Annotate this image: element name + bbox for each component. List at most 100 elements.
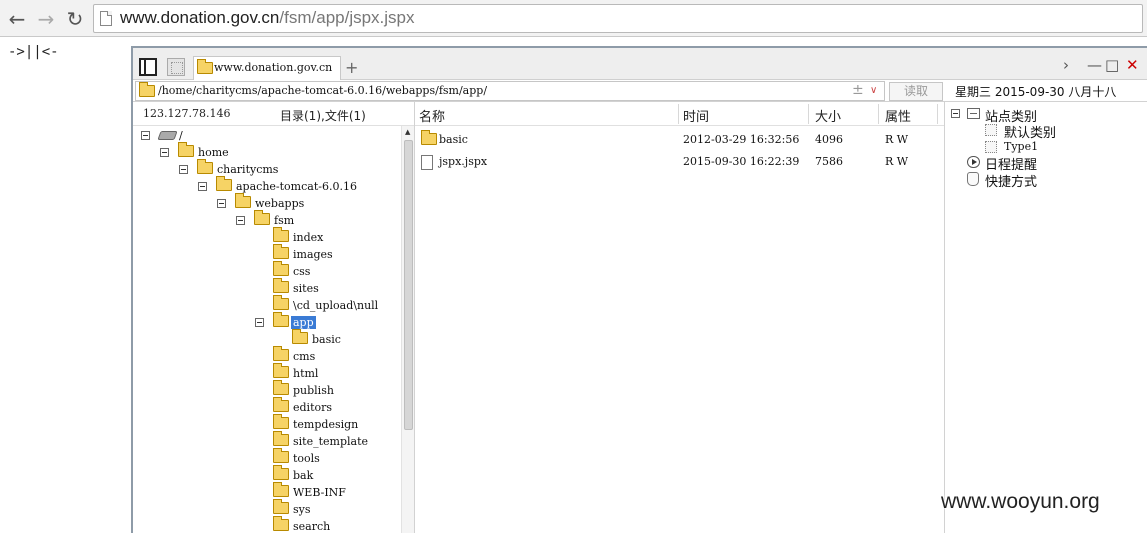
folder-icon: [273, 414, 289, 429]
collapse-toggle[interactable]: [141, 131, 150, 140]
tree-node-label[interactable]: publish: [293, 384, 334, 397]
path-input[interactable]: /home/charitycms/apache-tomcat-6.0.16/we…: [135, 81, 885, 101]
tree-node-label[interactable]: tempdesign: [293, 418, 358, 431]
folder-icon: [273, 363, 289, 378]
file-attr: R W: [885, 133, 909, 146]
dir-file-counts: 目录(1),文件(1): [280, 109, 366, 123]
category-icon: [967, 108, 980, 119]
file-size: 4096: [815, 133, 843, 146]
minimize-icon[interactable]: —: [1087, 56, 1102, 74]
file-time: 2015-09-30 16:22:39: [683, 155, 800, 168]
file-name[interactable]: jspx.jspx: [439, 155, 487, 168]
tree-node-label[interactable]: fsm: [274, 214, 294, 227]
tree-node-label[interactable]: sites: [293, 282, 319, 295]
tree-node-label[interactable]: css: [293, 265, 310, 278]
site-category-panel: 站点类别 默认类别 Type1 日程提醒 快捷方式: [944, 102, 1147, 533]
column-time[interactable]: 时间: [683, 106, 709, 125]
folder-icon: [139, 82, 155, 97]
column-name[interactable]: 名称: [419, 106, 445, 125]
collapse-toggle[interactable]: [951, 109, 960, 118]
folder-icon: [254, 210, 270, 225]
folder-icon: [273, 465, 289, 480]
file-icon: [421, 155, 433, 170]
folder-icon: [273, 261, 289, 276]
collapse-toggle[interactable]: [179, 165, 188, 174]
tree-scrollbar[interactable]: ▲: [401, 126, 414, 533]
scroll-thumb[interactable]: [404, 140, 413, 430]
scroll-up-icon[interactable]: ▲: [405, 128, 410, 136]
server-ip: 123.127.78.146: [143, 107, 231, 120]
address-bar[interactable]: www.donation.gov.cn/fsm/app/jspx.jspx: [93, 4, 1143, 33]
tree-node-label[interactable]: cms: [293, 350, 315, 363]
sidebar-toggle-icon[interactable]: [139, 58, 157, 76]
tree-header: 123.127.78.146 目录(1),文件(1): [133, 102, 414, 126]
file-manager-window: www.donation.gov.cn + › — □ ✕ /home/char…: [131, 46, 1147, 533]
chevron-down-icon[interactable]: ∨: [870, 85, 884, 99]
tree-node-label[interactable]: webapps: [255, 197, 304, 210]
tree-node-label[interactable]: search: [293, 520, 330, 533]
tree-node-label[interactable]: WEB-INF: [293, 486, 346, 499]
column-divider: [678, 104, 679, 124]
tree-node-label[interactable]: bak: [293, 469, 313, 482]
tree-node-label[interactable]: site_template: [293, 435, 368, 448]
blank-tab-icon[interactable]: [167, 58, 185, 76]
column-attr[interactable]: 属性: [885, 106, 911, 125]
chevron-right-icon[interactable]: ›: [1063, 56, 1069, 74]
file-row[interactable]: jspx.jspx 2015-09-30 16:22:39 7586 R W: [415, 151, 944, 173]
site-tab-label: www.donation.gov.cn: [214, 61, 333, 74]
file-time: 2012-03-29 16:32:56: [683, 133, 800, 146]
hand-pointer-icon: [967, 172, 979, 186]
reload-icon[interactable]: ↻: [64, 8, 86, 30]
file-list-panel: 名称 时间 大小 属性 basic 2012-03-29 16:32:56 40…: [415, 102, 944, 533]
page-marker-text: ->||<-: [8, 44, 59, 60]
folder-icon: [273, 516, 289, 531]
tree-node-label[interactable]: tools: [293, 452, 320, 465]
add-tab-button[interactable]: +: [345, 58, 358, 77]
directory-tree-panel: 123.127.78.146 目录(1),文件(1) / home charityc…: [133, 102, 415, 533]
file-attr: R W: [885, 155, 909, 168]
collapse-toggle[interactable]: [255, 318, 264, 327]
dotted-square-icon: [985, 141, 997, 153]
back-arrow-icon[interactable]: ←: [6, 8, 28, 30]
tree-node-label[interactable]: index: [293, 231, 323, 244]
file-name[interactable]: basic: [439, 133, 468, 146]
close-icon[interactable]: ✕: [1126, 56, 1139, 74]
tree-node-label[interactable]: home: [198, 146, 229, 159]
fm-tab-bar: www.donation.gov.cn + › — □ ✕: [133, 48, 1147, 80]
collapse-toggle[interactable]: [217, 199, 226, 208]
tree-node-label[interactable]: html: [293, 367, 318, 380]
collapse-toggle[interactable]: [198, 182, 207, 191]
watermark-text: www.wooyun.org: [941, 490, 1100, 513]
tree-node-label[interactable]: apache-tomcat-6.0.16: [236, 180, 357, 193]
tree-node-label[interactable]: /: [179, 129, 183, 142]
tree-node-label[interactable]: \cd_upload\null: [293, 299, 378, 312]
tree-node-label[interactable]: sys: [293, 503, 311, 516]
folder-icon: [273, 482, 289, 497]
folder-icon: [216, 176, 232, 191]
tree-node-label[interactable]: app: [291, 316, 316, 329]
forward-arrow-icon[interactable]: →: [35, 8, 57, 30]
tree-node-label[interactable]: editors: [293, 401, 332, 414]
drive-icon: [157, 131, 178, 140]
site-tab[interactable]: www.donation.gov.cn: [193, 56, 341, 80]
file-row[interactable]: basic 2012-03-29 16:32:56 4096 R W: [415, 129, 944, 151]
read-button[interactable]: 读取: [889, 82, 943, 101]
category-item-label: 默认类别: [1004, 126, 1057, 141]
tree-node-label[interactable]: charitycms: [217, 163, 278, 176]
path-plus-icon[interactable]: ±: [852, 82, 864, 98]
directory-tree: / home charitycms apache-tomcat-6.0.16 webap…: [133, 126, 401, 533]
tree-node-label[interactable]: images: [293, 248, 333, 261]
folder-icon: [273, 244, 289, 259]
tree-node-label[interactable]: basic: [312, 333, 341, 346]
collapse-toggle[interactable]: [160, 148, 169, 157]
collapse-toggle[interactable]: [236, 216, 245, 225]
url-host: www.donation.gov.cn: [120, 8, 280, 27]
date-display: 星期三 2015-09-30 八月十八: [955, 85, 1117, 99]
column-size[interactable]: 大小: [815, 106, 841, 125]
shortcut-label: 快捷方式: [985, 175, 1038, 190]
maximize-icon[interactable]: □: [1105, 56, 1119, 74]
folder-icon: [178, 142, 194, 157]
page-icon: [100, 11, 112, 26]
column-divider: [937, 104, 938, 124]
url-text[interactable]: www.donation.gov.cn/fsm/app/jspx.jspx: [120, 8, 415, 28]
